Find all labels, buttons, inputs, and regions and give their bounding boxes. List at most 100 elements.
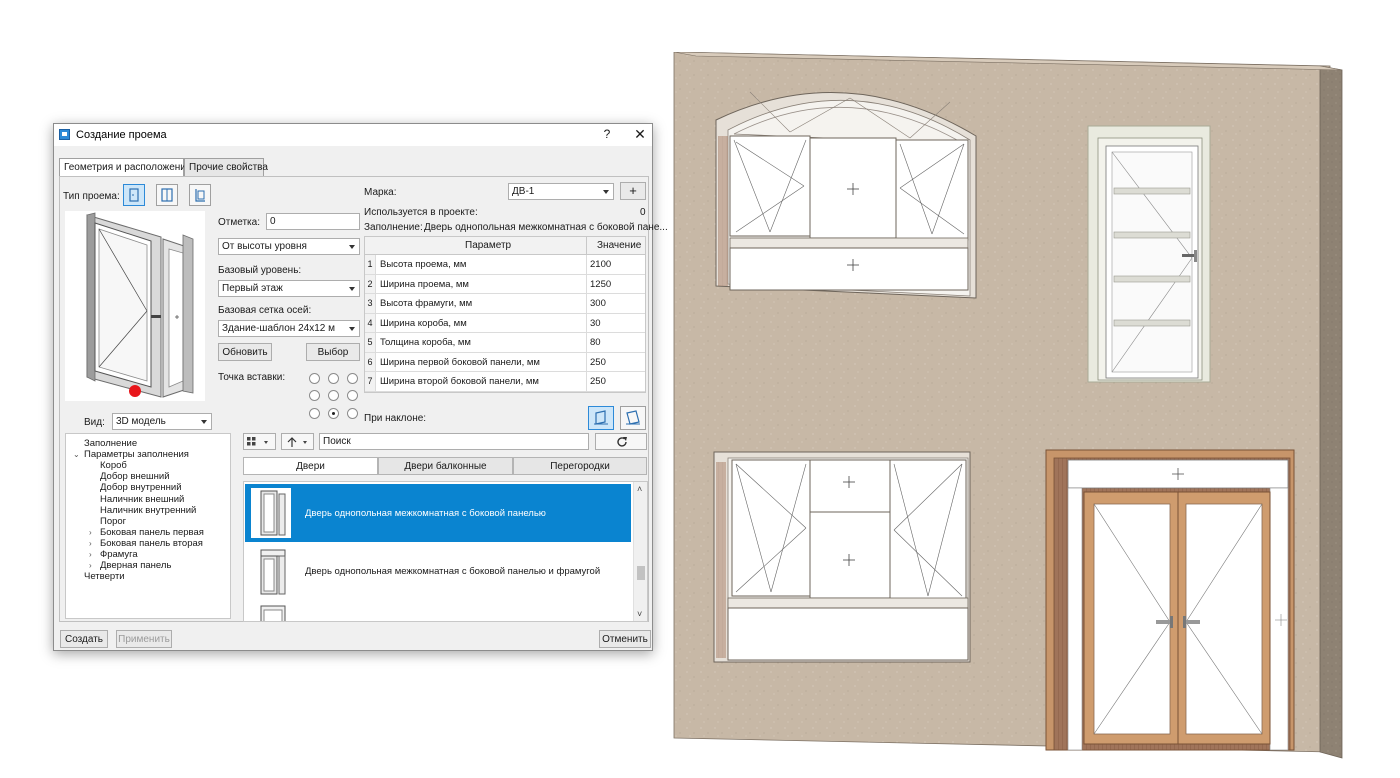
table-row[interactable]: 3 Высота фрамуги, мм 300 (365, 294, 645, 314)
cancel-button[interactable]: Отменить (599, 630, 651, 648)
parameter-name: Ширина второй боковой панели, мм (380, 376, 539, 387)
elevation-input[interactable]: 0 (266, 213, 360, 230)
tree-item[interactable]: Добор внутренний (100, 482, 182, 493)
create-button[interactable]: Создать (60, 630, 108, 648)
library-list: Дверь однопольная межкомнатная с боковой… (243, 481, 648, 622)
mark-value: ДВ-1 (512, 186, 535, 197)
parameter-value[interactable]: 80 (590, 337, 601, 348)
apply-button[interactable]: Применить (116, 630, 172, 648)
parameter-value[interactable]: 1250 (590, 279, 611, 290)
chevron-down-icon[interactable]: ⌄ (73, 450, 80, 459)
rectangular-window[interactable] (713, 451, 971, 663)
mark-select[interactable]: ДВ-1 (508, 183, 614, 200)
insert-point-top-right[interactable] (347, 373, 358, 384)
insert-point-bottom-center[interactable] (328, 408, 339, 419)
facade-3d-view (670, 51, 1350, 760)
arched-window[interactable] (715, 91, 977, 299)
tab-geometry[interactable]: Геометрия и расположение (59, 158, 191, 178)
library-tab-doors[interactable]: Двери (243, 457, 378, 475)
library-tab-partitions[interactable]: Перегородки (513, 457, 647, 475)
opening-type-label: Тип проема: (63, 191, 120, 202)
tree-item[interactable]: Короб (100, 460, 127, 471)
insert-point-mid-left[interactable] (309, 390, 320, 401)
table-row[interactable]: 4 Ширина короба, мм 30 (365, 313, 645, 333)
close-button[interactable]: ✕ (634, 126, 646, 143)
tree-item[interactable]: Наличник внешний (100, 494, 184, 505)
double-door[interactable] (1045, 449, 1295, 751)
header-value: Значение (597, 240, 642, 251)
chevron-down-icon (349, 327, 355, 331)
table-row[interactable]: 7 Ширина второй боковой панели, мм 250 (365, 372, 645, 392)
search-input[interactable]: Поиск (319, 433, 589, 450)
insert-point-top-left[interactable] (309, 373, 320, 384)
help-button[interactable]: ? (601, 127, 613, 141)
slanted-tilt-icon[interactable] (620, 406, 646, 430)
update-button[interactable]: Обновить (218, 343, 272, 361)
library-scrollbar[interactable]: ˄ ˅ (633, 482, 647, 621)
insert-point-mid-right[interactable] (347, 390, 358, 401)
insert-point-bottom-right[interactable] (347, 408, 358, 419)
insert-point-bottom-left[interactable] (309, 408, 320, 419)
library-item-partial[interactable] (245, 600, 631, 621)
view-mode-button[interactable] (243, 433, 276, 450)
tree-item[interactable]: Наличник внутренний (100, 505, 196, 516)
table-row[interactable]: 1 Высота проема, мм 2100 (365, 255, 645, 275)
parameter-value[interactable]: 250 (590, 376, 606, 387)
dialog-title: Создание проема (76, 129, 167, 141)
chevron-right-icon[interactable]: › (89, 561, 92, 570)
refresh-icon (617, 437, 627, 447)
sort-button[interactable] (281, 433, 314, 450)
table-row[interactable]: 5 Толщина короба, мм 80 (365, 333, 645, 353)
door-opening-icon[interactable] (123, 184, 145, 206)
tree-item[interactable]: Боковая панель первая (100, 527, 204, 538)
chevron-right-icon[interactable]: › (89, 550, 92, 559)
chevron-right-icon[interactable]: › (89, 528, 92, 537)
single-door[interactable] (1087, 125, 1211, 383)
scrollbar-thumb[interactable] (637, 566, 645, 580)
fill-structure-tree: Заполнение Параметры заполнения ⌄ Короб Добо… (65, 433, 231, 619)
refresh-button[interactable] (595, 433, 647, 450)
view-select[interactable]: 3D модель (112, 413, 212, 430)
row-number: 3 (365, 294, 376, 313)
app-icon (59, 129, 70, 140)
row-number: 6 (365, 352, 376, 371)
parameter-value[interactable]: 250 (590, 357, 606, 368)
tree-item[interactable]: Параметры заполнения (84, 449, 189, 460)
parameter-value[interactable]: 300 (590, 298, 606, 309)
tree-item[interactable]: Боковая панель вторая (100, 538, 203, 549)
select-button[interactable]: Выбор (306, 343, 360, 361)
scroll-down-icon[interactable]: ˅ (637, 609, 642, 619)
tree-item[interactable]: Порог (100, 516, 126, 527)
insert-point-top-center[interactable] (328, 373, 339, 384)
window-opening-icon[interactable] (156, 184, 178, 206)
library-tab-balcony-doors[interactable]: Двери балконные (378, 457, 513, 475)
niche-opening-icon[interactable] (189, 184, 211, 206)
tree-item[interactable]: Заполнение (84, 438, 137, 449)
door-thumbnail (251, 488, 291, 538)
library-item[interactable]: Дверь однопольная межкомнатная с боковой… (245, 542, 631, 600)
library-item[interactable]: Дверь однопольная межкомнатная с боковой… (245, 484, 631, 542)
height-mode-value: От высоты уровня (222, 241, 307, 252)
parameter-value[interactable]: 30 (590, 318, 601, 329)
tab-other-properties[interactable]: Прочие свойства (184, 158, 268, 177)
table-row[interactable]: 6 Ширина первой боковой панели, мм 250 (365, 352, 645, 372)
add-mark-button[interactable]: + (620, 182, 646, 200)
parameter-value[interactable]: 2100 (590, 259, 611, 270)
parameter-name: Толщина короба, мм (380, 337, 471, 348)
grid-select[interactable]: Здание-шаблон 24х12 м (218, 320, 360, 337)
door-thumbnail (251, 546, 291, 596)
chevron-right-icon[interactable]: › (89, 539, 92, 548)
insert-point-mid-center[interactable] (328, 390, 339, 401)
tree-item[interactable]: Дверная панель (100, 560, 171, 571)
tree-item[interactable]: Добор внешний (100, 471, 170, 482)
table-row[interactable]: 2 Ширина проема, мм 1250 (365, 274, 645, 294)
mark-label: Марка: (364, 187, 397, 198)
tree-item[interactable]: Четверти (84, 571, 125, 582)
height-mode-select[interactable]: От высоты уровня (218, 238, 360, 255)
scroll-up-icon[interactable]: ˄ (637, 484, 642, 494)
parameter-name: Ширина проема, мм (380, 278, 469, 290)
base-level-value: Первый этаж (222, 283, 283, 294)
tree-item[interactable]: Фрамуга (100, 549, 138, 560)
vertical-tilt-icon[interactable] (588, 406, 614, 430)
base-level-select[interactable]: Первый этаж (218, 280, 360, 297)
